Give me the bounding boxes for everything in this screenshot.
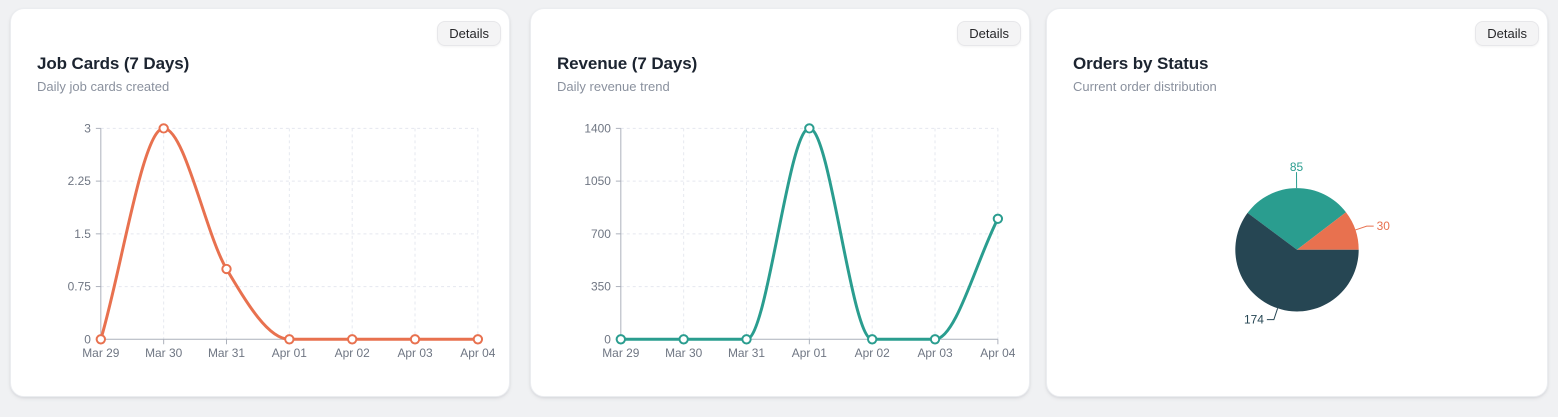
svg-text:0: 0 [604,332,611,346]
svg-text:2.25: 2.25 [68,174,92,188]
svg-text:30: 30 [1377,219,1391,233]
svg-text:1.5: 1.5 [74,227,91,241]
svg-text:Apr 03: Apr 03 [917,346,952,360]
details-button[interactable]: Details [1475,21,1539,46]
svg-text:Apr 04: Apr 04 [460,346,495,360]
svg-text:1050: 1050 [584,174,611,188]
svg-text:350: 350 [591,280,611,294]
svg-text:0: 0 [84,332,91,346]
card-header: Orders by Status Current order distribut… [1073,54,1217,94]
details-button[interactable]: Details [437,21,501,46]
details-button[interactable]: Details [957,21,1021,46]
card-subtitle: Current order distribution [1073,79,1217,94]
card-subtitle: Daily job cards created [37,79,170,94]
svg-text:Mar 29: Mar 29 [82,346,119,360]
svg-text:174: 174 [1244,313,1264,327]
revenue-card: Details Revenue (7 Days) Daily revenue t… [530,8,1030,397]
svg-text:Apr 03: Apr 03 [397,346,432,360]
card-header: Job Cards (7 Days) Daily job cards creat… [37,54,189,94]
orders-by-status-card: Details Orders by Status Current order d… [1046,8,1548,397]
svg-text:Mar 31: Mar 31 [728,346,765,360]
svg-text:Mar 30: Mar 30 [665,346,702,360]
card-title: Revenue (7 Days) [557,54,698,73]
card-header: Revenue (7 Days) Daily revenue trend [557,54,697,94]
svg-text:85: 85 [1290,160,1304,174]
svg-text:Mar 31: Mar 31 [208,346,245,360]
svg-text:Mar 29: Mar 29 [602,346,639,360]
svg-text:0.75: 0.75 [68,280,92,294]
svg-text:Apr 02: Apr 02 [855,346,890,360]
svg-text:700: 700 [591,227,611,241]
card-subtitle: Daily revenue trend [557,79,670,94]
svg-text:Mar 30: Mar 30 [145,346,182,360]
svg-text:3: 3 [84,121,91,135]
svg-text:Apr 01: Apr 01 [792,346,827,360]
svg-text:Apr 04: Apr 04 [980,346,1015,360]
card-title: Orders by Status [1073,54,1209,73]
svg-text:1400: 1400 [584,121,611,135]
card-title: Job Cards (7 Days) [37,54,190,73]
svg-text:Apr 02: Apr 02 [335,346,370,360]
svg-text:Apr 01: Apr 01 [272,346,307,360]
job-cards-card: Details Job Cards (7 Days) Daily job car… [10,8,510,397]
